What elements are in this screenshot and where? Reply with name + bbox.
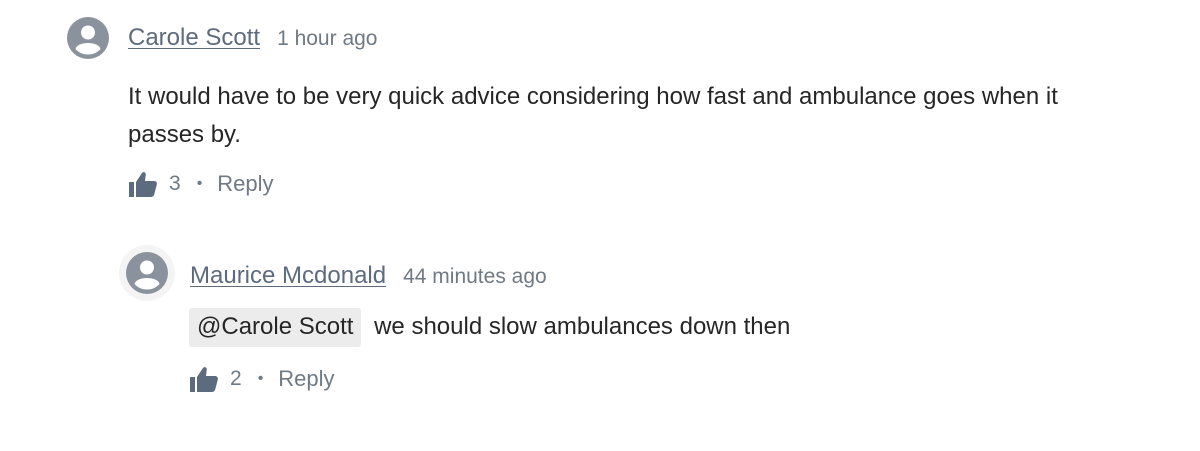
user-avatar-icon[interactable] — [119, 245, 175, 301]
like-button[interactable]: 3 — [128, 170, 181, 198]
user-avatar-icon[interactable] — [66, 16, 110, 60]
reply-button[interactable]: Reply — [217, 171, 273, 197]
author-link[interactable]: Carole Scott — [128, 24, 260, 52]
comment-text: @Carole Scott we should slow ambulances … — [189, 308, 1089, 347]
separator-dot: • — [257, 370, 264, 387]
timestamp: 44 minutes ago — [403, 265, 547, 288]
author-link[interactable]: Maurice Mcdonald — [190, 262, 386, 290]
comment-actions: 3 • Reply — [128, 170, 274, 198]
comment-body: we should slow ambulances down then — [374, 313, 791, 340]
comment-text: It would have to be very quick advice co… — [128, 83, 1058, 148]
thumbs-up-icon[interactable] — [128, 170, 158, 198]
like-count: 3 — [169, 172, 181, 195]
comment-header: Carole Scott 1 hour ago — [128, 24, 377, 52]
like-button[interactable]: 2 — [189, 365, 242, 393]
comment-actions: 2 • Reply — [189, 365, 335, 393]
timestamp: 1 hour ago — [277, 27, 378, 50]
like-count: 2 — [230, 367, 242, 390]
separator-dot: • — [196, 175, 203, 192]
thumbs-up-icon[interactable] — [189, 365, 219, 393]
mention-tag[interactable]: @Carole Scott — [189, 308, 362, 347]
reply-button[interactable]: Reply — [278, 366, 334, 392]
comment-header: Maurice Mcdonald 44 minutes ago — [190, 262, 547, 290]
